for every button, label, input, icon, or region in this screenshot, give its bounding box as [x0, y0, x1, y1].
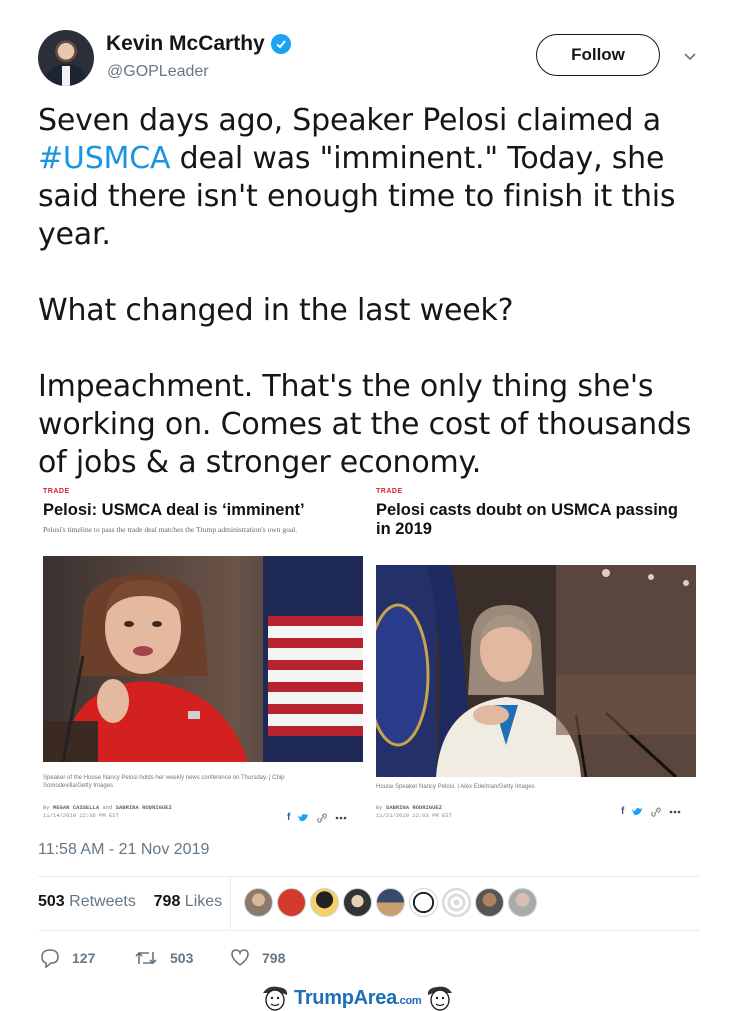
cartoon-face-icon — [263, 986, 288, 1011]
stats-separator — [230, 877, 231, 929]
retweet-button[interactable]: 503 — [134, 948, 193, 968]
more-icon[interactable] — [669, 810, 681, 814]
reply-count: 127 — [72, 950, 96, 966]
avatar[interactable] — [38, 30, 94, 86]
link-icon[interactable] — [651, 807, 662, 817]
article-card-left[interactable]: TRADE Pelosi: USMCA deal is ‘imminent’ P… — [43, 488, 363, 828]
follow-button[interactable]: Follow — [536, 34, 660, 76]
retweet-count-link[interactable]: 503 Retweets — [38, 893, 136, 910]
tweet-text: Seven days ago, Speaker Pelosi claimed a… — [38, 102, 708, 482]
facebook-icon[interactable]: f — [621, 806, 624, 817]
tweet-line-text: deal was "imminent." Today, she — [170, 141, 665, 176]
like-count: 798 — [153, 893, 181, 910]
like-count-link[interactable]: 798 Likes — [154, 893, 223, 910]
tweet-line: #USMCA deal was "imminent." Today, she — [38, 140, 708, 178]
tweet-line: of jobs & a stronger economy. — [38, 445, 482, 480]
divider — [38, 930, 700, 931]
tweet-timestamp[interactable]: 11:58 AM - 21 Nov 2019 — [38, 841, 209, 859]
avatar[interactable] — [277, 888, 306, 917]
author-name-row: Kevin McCarthy — [106, 32, 291, 56]
reply-icon — [41, 949, 59, 968]
avatar[interactable] — [475, 888, 504, 917]
byline-prefix: By — [376, 804, 383, 811]
share-bar: f — [287, 812, 347, 823]
link-icon[interactable] — [317, 813, 328, 823]
watermark-logo: TrumpArea.com — [260, 985, 482, 1011]
watermark-text: TrumpArea.com — [294, 986, 422, 1010]
byline-and: and — [102, 804, 113, 811]
retweets-label: Retweets — [69, 893, 136, 910]
divider — [38, 876, 700, 877]
tweet-line: What changed in the last week? — [38, 293, 514, 328]
chevron-down-icon[interactable] — [682, 48, 698, 64]
tweet-line: Impeachment. That's the only thing she's — [38, 369, 654, 404]
watermark-suffix: .com — [396, 994, 422, 1007]
byline-author[interactable]: SABRINA RODRIGUEZ — [386, 804, 442, 811]
twitter-icon[interactable] — [298, 813, 309, 823]
avatar-shirt — [62, 66, 70, 86]
avatar[interactable] — [343, 888, 372, 917]
article-photo — [43, 556, 363, 762]
avatar[interactable] — [244, 888, 273, 917]
retweet-count: 503 — [170, 950, 194, 966]
avatar[interactable] — [409, 888, 438, 917]
like-count: 798 — [262, 950, 286, 966]
verified-badge-icon — [270, 34, 291, 54]
byline-prefix: By — [43, 804, 50, 811]
article-caption: House Speaker Nancy Pelosi. | Alex Edelm… — [376, 784, 535, 790]
article-date: 11/21/2019 12:03 PM EST — [376, 812, 452, 819]
liker-avatars — [244, 888, 537, 917]
tweet-header: Kevin McCarthy @GOPLeader Follow — [38, 28, 702, 88]
watermark-name: TrumpArea — [294, 986, 397, 1009]
reply-button[interactable]: 127 — [40, 948, 95, 968]
facebook-icon[interactable]: f — [287, 812, 290, 823]
byline-author[interactable]: SABRINA RODRIGUEZ — [116, 804, 172, 811]
article-photo — [376, 565, 696, 777]
article-caption: Speaker of the House Nancy Pelosi holds … — [43, 775, 285, 789]
article-byline: By SABRINA RODRIGUEZ 11/21/2019 12:03 PM… — [376, 804, 452, 820]
article-date: 11/14/2019 12:36 PM EST — [43, 812, 119, 819]
article-headline[interactable]: Pelosi: USMCA deal is ‘imminent’ — [43, 501, 363, 520]
tweet-actions: 127 503 798 — [38, 948, 438, 972]
article-kicker: TRADE — [376, 488, 403, 495]
author-name[interactable]: Kevin McCarthy — [106, 32, 265, 56]
article-kicker: TRADE — [43, 488, 70, 495]
share-bar: f — [621, 806, 681, 817]
article-dek: Pelosi's timeline to pass the trade deal… — [43, 525, 298, 534]
avatar[interactable] — [508, 888, 537, 917]
tweet-line: said there isn't enough time to finish i… — [38, 179, 676, 214]
engagement-stats: 503 Retweets 798 Likes — [38, 893, 222, 911]
tweet-line: Seven days ago, Speaker Pelosi claimed a — [38, 103, 661, 138]
byline-author[interactable]: MEGAN CASSELLA — [53, 804, 99, 811]
twitter-icon[interactable] — [632, 807, 643, 817]
retweet-count: 503 — [38, 893, 65, 910]
more-icon[interactable] — [335, 816, 347, 820]
tweet-line: working on. Comes at the cost of thousan… — [38, 407, 692, 442]
article-card-right[interactable]: TRADE Pelosi casts doubt on USMCA passin… — [376, 488, 696, 828]
hashtag-link[interactable]: #USMCA — [38, 141, 170, 176]
tweet-line: year. — [38, 217, 111, 252]
cartoon-face-icon — [428, 986, 453, 1011]
heart-icon — [231, 949, 249, 967]
likes-label: Likes — [184, 893, 223, 910]
like-button[interactable]: 798 — [230, 948, 285, 968]
retweet-icon — [135, 951, 157, 965]
avatar[interactable] — [376, 888, 405, 917]
article-byline: By MEGAN CASSELLA and SABRINA RODRIGUEZ … — [43, 804, 172, 820]
avatar[interactable] — [310, 888, 339, 917]
avatar[interactable] — [442, 888, 471, 917]
author-handle[interactable]: @GOPLeader — [107, 63, 209, 81]
article-headline[interactable]: Pelosi casts doubt on USMCA passing in 2… — [376, 501, 696, 539]
